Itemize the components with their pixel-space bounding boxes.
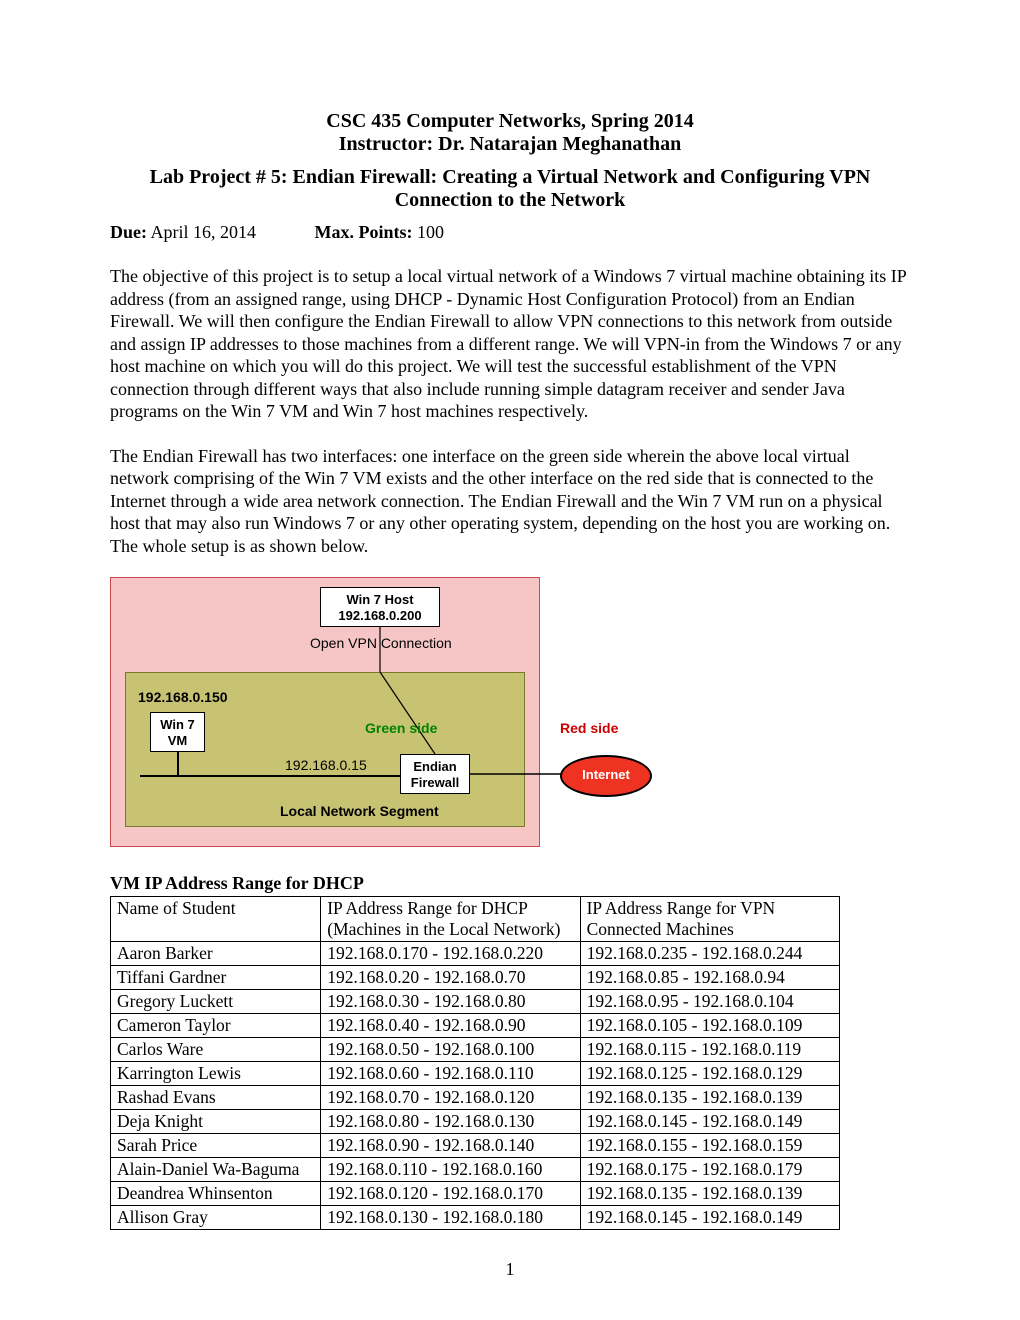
table-header-row: Name of Student IP Address Range for DHC… [111, 897, 840, 942]
network-diagram: Win 7 Host 192.168.0.200 Open VPN Connec… [110, 577, 690, 857]
cell-name: Gregory Luckett [111, 990, 321, 1014]
cell-vpn: 192.168.0.135 - 192.168.0.139 [580, 1182, 839, 1206]
vm-line1: Win 7 [160, 717, 195, 732]
cell-vpn: 192.168.0.85 - 192.168.0.94 [580, 966, 839, 990]
due-value: April 16, 2014 [147, 222, 256, 242]
cell-vpn: 192.168.0.105 - 192.168.0.109 [580, 1014, 839, 1038]
table-row: Aaron Barker192.168.0.170 - 192.168.0.22… [111, 942, 840, 966]
table-row: Gregory Luckett192.168.0.30 - 192.168.0.… [111, 990, 840, 1014]
paragraph-1: The objective of this project is to setu… [110, 265, 910, 423]
table-row: Karrington Lewis192.168.0.60 - 192.168.0… [111, 1062, 840, 1086]
table-row: Alain-Daniel Wa-Baguma192.168.0.110 - 19… [111, 1158, 840, 1182]
table-row: Tiffani Gardner192.168.0.20 - 192.168.0.… [111, 966, 840, 990]
th-name: Name of Student [111, 897, 321, 942]
vm-line2: VM [168, 733, 188, 748]
cell-dhcp: 192.168.0.110 - 192.168.0.160 [321, 1158, 580, 1182]
instructor-line: Instructor: Dr. Natarajan Meghanathan [110, 133, 910, 156]
table-row: Cameron Taylor192.168.0.40 - 192.168.0.9… [111, 1014, 840, 1038]
internet-ellipse: Internet [560, 755, 652, 797]
table-row: Carlos Ware192.168.0.50 - 192.168.0.1001… [111, 1038, 840, 1062]
local-segment-label: Local Network Segment [280, 803, 439, 819]
lab-subtitle: Connection to the Network [110, 189, 910, 212]
cell-vpn: 192.168.0.125 - 192.168.0.129 [580, 1062, 839, 1086]
lab-title: Lab Project # 5: Endian Firewall: Creati… [110, 166, 910, 189]
table-title: VM IP Address Range for DHCP [110, 873, 910, 894]
cell-name: Allison Gray [111, 1206, 321, 1230]
cell-name: Rashad Evans [111, 1086, 321, 1110]
cell-name: Tiffani Gardner [111, 966, 321, 990]
th-dhcp: IP Address Range for DHCP (Machines in t… [321, 897, 580, 942]
fw-line1: Endian [413, 759, 456, 774]
cell-name: Sarah Price [111, 1134, 321, 1158]
win7-host-ip: 192.168.0.200 [338, 608, 421, 623]
cell-vpn: 192.168.0.155 - 192.168.0.159 [580, 1134, 839, 1158]
fw-line2: Firewall [411, 775, 459, 790]
cell-vpn: 192.168.0.175 - 192.168.0.179 [580, 1158, 839, 1182]
win7-host-box: Win 7 Host 192.168.0.200 [320, 587, 440, 627]
cell-name: Karrington Lewis [111, 1062, 321, 1086]
cell-vpn: 192.168.0.135 - 192.168.0.139 [580, 1086, 839, 1110]
redside-label: Red side [560, 720, 618, 736]
paragraph-2: The Endian Firewall has two interfaces: … [110, 445, 910, 558]
cell-dhcp: 192.168.0.40 - 192.168.0.90 [321, 1014, 580, 1038]
cell-dhcp: 192.168.0.30 - 192.168.0.80 [321, 990, 580, 1014]
table-row: Allison Gray192.168.0.130 - 192.168.0.18… [111, 1206, 840, 1230]
cell-name: Cameron Taylor [111, 1014, 321, 1038]
meta-line: Due: April 16, 2014 Max. Points: 100 [110, 222, 910, 243]
cell-dhcp: 192.168.0.70 - 192.168.0.120 [321, 1086, 580, 1110]
vm-ip: 192.168.0.150 [138, 689, 228, 705]
endian-firewall-box: Endian Firewall [400, 754, 470, 794]
cell-name: Aaron Barker [111, 942, 321, 966]
cell-name: Deandrea Whinsenton [111, 1182, 321, 1206]
cell-vpn: 192.168.0.115 - 192.168.0.119 [580, 1038, 839, 1062]
cell-dhcp: 192.168.0.50 - 192.168.0.100 [321, 1038, 580, 1062]
max-label: Max. Points: [315, 222, 413, 242]
cell-vpn: 192.168.0.95 - 192.168.0.104 [580, 990, 839, 1014]
table-row: Deja Knight192.168.0.80 - 192.168.0.1301… [111, 1110, 840, 1134]
max-value: 100 [413, 222, 445, 242]
vpn-label: Open VPN Connection [310, 635, 452, 651]
cell-dhcp: 192.168.0.120 - 192.168.0.170 [321, 1182, 580, 1206]
table-row: Deandrea Whinsenton192.168.0.120 - 192.1… [111, 1182, 840, 1206]
win7-vm-box: Win 7 VM [150, 712, 205, 752]
cell-dhcp: 192.168.0.20 - 192.168.0.70 [321, 966, 580, 990]
cell-dhcp: 192.168.0.60 - 192.168.0.110 [321, 1062, 580, 1086]
ip-table: Name of Student IP Address Range for DHC… [110, 896, 910, 1230]
course-title: CSC 435 Computer Networks, Spring 2014 [110, 110, 910, 133]
cell-vpn: 192.168.0.145 - 192.168.0.149 [580, 1110, 839, 1134]
table-row: Sarah Price192.168.0.90 - 192.168.0.1401… [111, 1134, 840, 1158]
cell-name: Alain-Daniel Wa-Baguma [111, 1158, 321, 1182]
cell-dhcp: 192.168.0.170 - 192.168.0.220 [321, 942, 580, 966]
greenside-label: Green side [365, 720, 437, 736]
cell-dhcp: 192.168.0.90 - 192.168.0.140 [321, 1134, 580, 1158]
th-vpn: IP Address Range for VPN Connected Machi… [580, 897, 839, 942]
firewall-ip: 192.168.0.15 [285, 757, 367, 773]
cell-vpn: 192.168.0.145 - 192.168.0.149 [580, 1206, 839, 1230]
cell-dhcp: 192.168.0.130 - 192.168.0.180 [321, 1206, 580, 1230]
cell-dhcp: 192.168.0.80 - 192.168.0.130 [321, 1110, 580, 1134]
page-number: 1 [0, 1259, 1020, 1280]
due-label: Due: [110, 222, 147, 242]
table-row: Rashad Evans192.168.0.70 - 192.168.0.120… [111, 1086, 840, 1110]
win7-host-name: Win 7 Host [346, 592, 413, 607]
cell-name: Deja Knight [111, 1110, 321, 1134]
cell-vpn: 192.168.0.235 - 192.168.0.244 [580, 942, 839, 966]
cell-name: Carlos Ware [111, 1038, 321, 1062]
